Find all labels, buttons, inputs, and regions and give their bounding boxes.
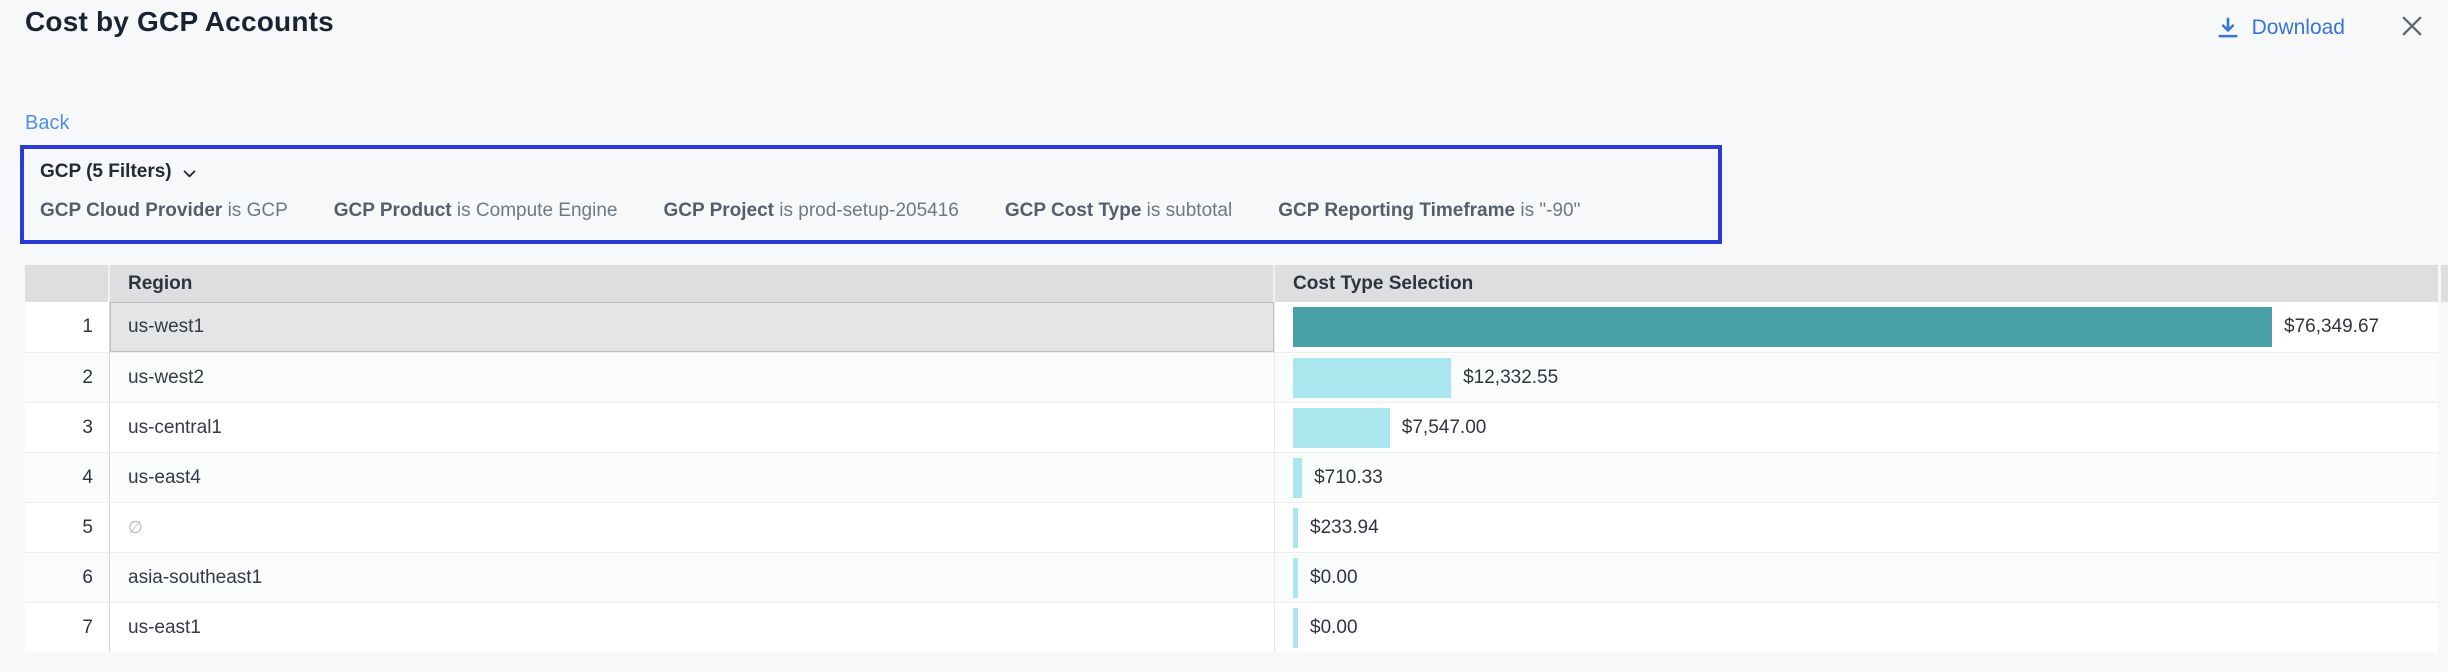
header-right-sliver [2441,265,2448,302]
index-column-header [25,265,110,302]
cost-bar-cell: $0.00 [1275,553,2438,602]
region-cell[interactable]: us-west2 [110,353,1275,402]
cost-value: $7,547.00 [1402,417,1487,439]
close-icon [2399,13,2425,44]
cost-bar-cell: $12,332.55 [1275,353,2438,402]
table-row[interactable]: 1us-west1 $76,349.67 [25,302,2438,352]
filter-attribute-name: GCP Cost Type [1005,200,1142,221]
region-cell[interactable]: us-east1 [110,603,1275,652]
cost-bar-cell: $7,547.00 [1275,403,2438,452]
filter-attribute-name: GCP Product [334,200,452,221]
filter-attribute-name: GCP Cloud Provider [40,200,222,221]
cost-type-column-header[interactable]: Cost Type Selection [1275,265,2438,302]
cost-value: $76,349.67 [2284,316,2379,338]
region-cell[interactable]: asia-southeast1 [110,553,1275,602]
table-body: 1us-west1$76,349.672us-west2$12,332.553u… [25,302,2438,652]
cost-bar [1293,307,2272,347]
table-row[interactable]: 3us-central1 $7,547.00 [25,402,2438,452]
row-index: 7 [25,603,110,652]
chevron-down-icon [181,162,198,182]
cost-bar-cell: $233.94 [1275,503,2438,552]
cost-value: $710.33 [1314,467,1383,489]
cost-bar [1293,458,1302,498]
filter-condition: GCP Reporting Timeframe is "-90" [1278,200,1580,222]
row-index: 3 [25,403,110,452]
download-icon [2215,15,2241,41]
filter-summary-dropdown[interactable]: GCP (5 Filters) [40,161,198,183]
row-index: 5 [25,503,110,552]
region-cell[interactable]: ∅ [110,503,1275,552]
region-cell[interactable]: us-east4 [110,453,1275,502]
row-index: 2 [25,353,110,402]
cost-value: $0.00 [1310,617,1358,639]
cost-bar [1293,558,1298,598]
region-cell[interactable]: us-west1 [110,302,1275,352]
table-row[interactable]: 6asia-southeast1 $0.00 [25,552,2438,602]
filter-conditions: GCP Cloud Provider is GCP GCP Product is … [40,200,1702,222]
filter-condition: GCP Project is prod-setup-205416 [663,200,958,222]
filter-attribute-name: GCP Reporting Timeframe [1278,200,1515,221]
table-row[interactable]: 2us-west2 $12,332.55 [25,352,2438,402]
cost-bar [1293,508,1298,548]
back-link[interactable]: Back [25,112,69,135]
table-row[interactable]: 4us-east4 $710.33 [25,452,2438,502]
cost-bar-cell: $76,349.67 [1275,302,2438,352]
row-index: 4 [25,453,110,502]
table-header: Region Cost Type Selection [25,265,2438,302]
cost-bar-cell: $710.33 [1275,453,2438,502]
filter-condition: GCP Cost Type is subtotal [1005,200,1232,222]
cost-bar [1293,608,1298,648]
table-row[interactable]: 5∅ $233.94 [25,502,2438,552]
filter-attribute-name: GCP Project [663,200,774,221]
top-actions: Download [2215,10,2425,46]
region-column-header[interactable]: Region [110,265,1275,302]
filter-condition: GCP Cloud Provider is GCP [40,200,288,222]
region-cell[interactable]: us-central1 [110,403,1275,452]
cost-bar [1293,358,1451,398]
cost-bar [1293,408,1390,448]
cost-table: Region Cost Type Selection 1us-west1 $76,… [25,265,2438,652]
filter-panel: GCP (5 Filters) GCP Cloud Provider is GC… [20,145,1722,244]
download-label: Download [2252,16,2345,40]
cost-value: $0.00 [1310,567,1358,589]
download-button[interactable]: Download [2215,15,2345,41]
table-row[interactable]: 7us-east1 $0.00 [25,602,2438,652]
cost-bar-cell: $0.00 [1275,603,2438,652]
page-title: Cost by GCP Accounts [25,6,334,38]
row-index: 1 [25,302,110,352]
close-button[interactable] [2399,13,2425,44]
filter-condition: GCP Product is Compute Engine [334,200,618,222]
row-index: 6 [25,553,110,602]
filter-summary-label: GCP (5 Filters) [40,161,172,183]
cost-value: $12,332.55 [1463,367,1558,389]
cost-value: $233.94 [1310,517,1379,539]
